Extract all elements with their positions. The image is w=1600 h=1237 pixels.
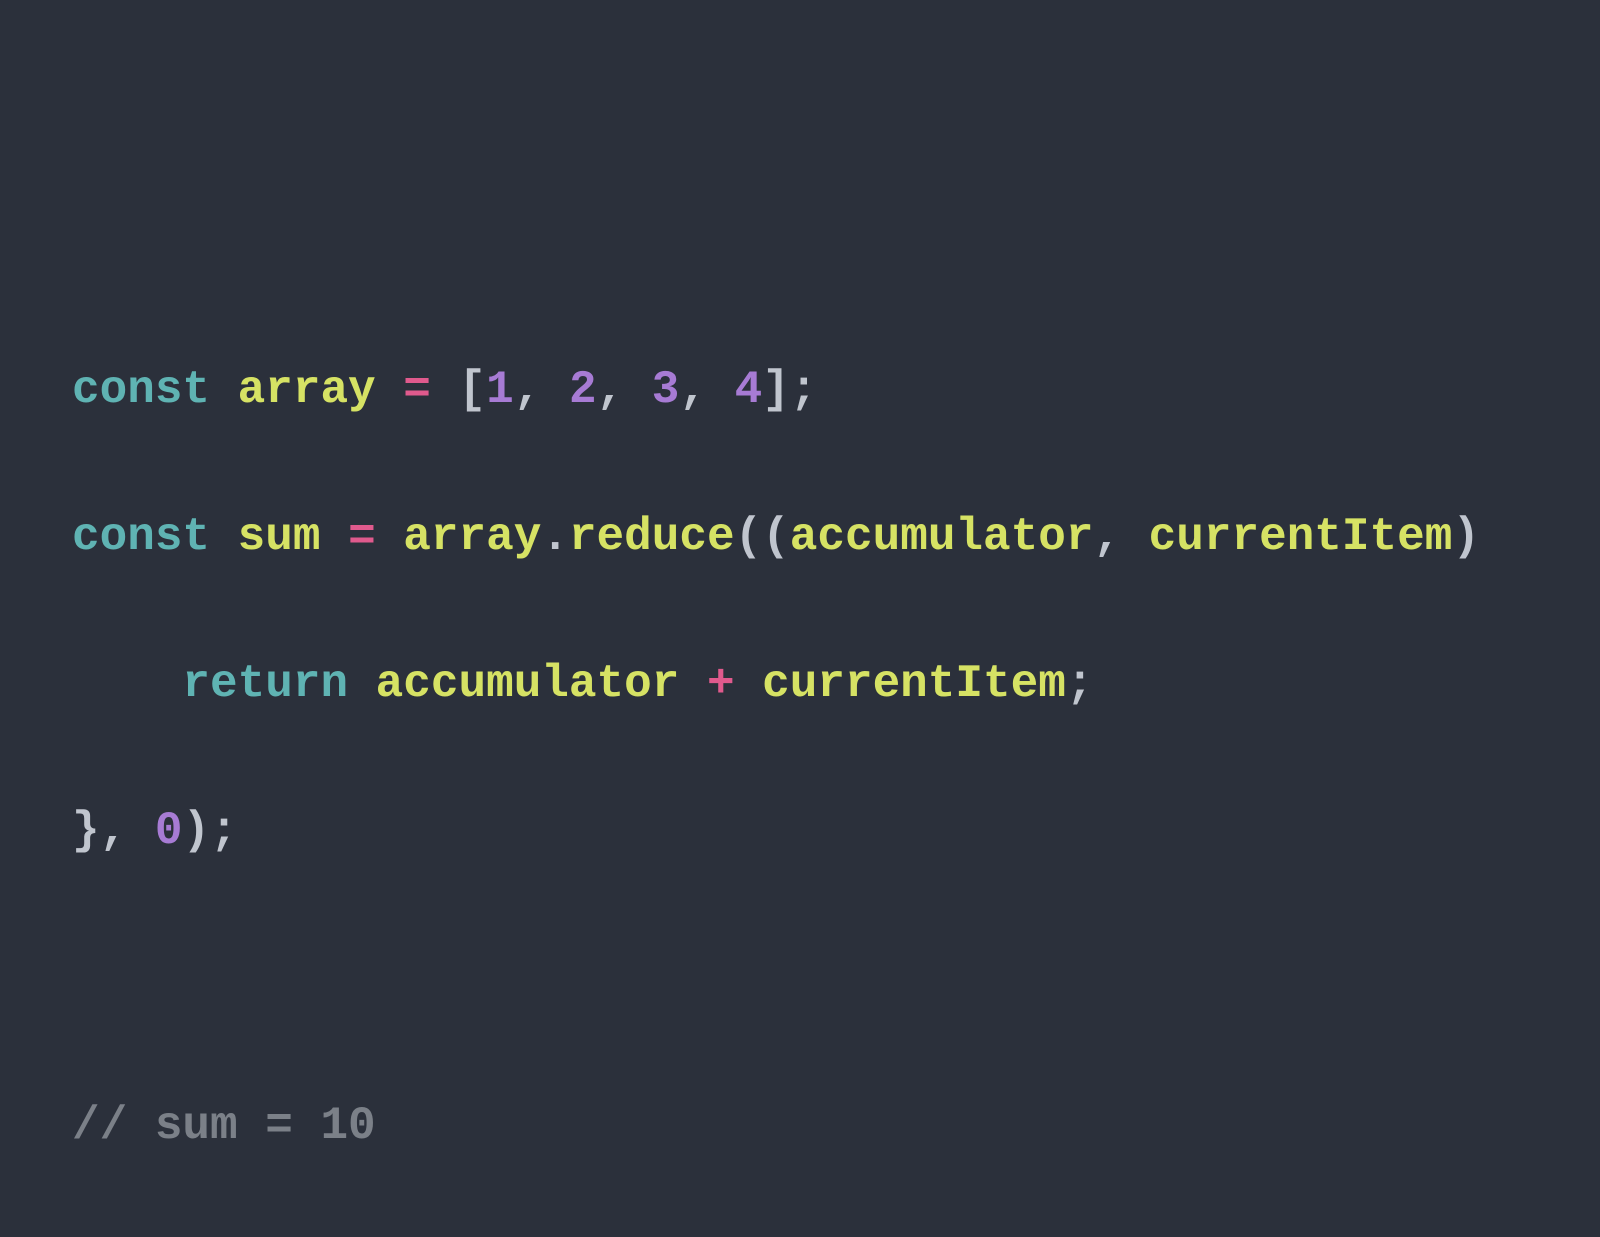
number-literal: 2 <box>569 364 597 416</box>
code-line-2: const sum = array.reduce((accumulator, c… <box>72 501 1600 575</box>
code-line-blank <box>72 942 1600 1016</box>
brace-close: }, <box>72 805 155 857</box>
keyword-const: const <box>72 511 210 563</box>
code-line-3: return accumulator + currentItem; <box>72 648 1600 722</box>
keyword-return: return <box>182 658 348 710</box>
number-literal: 1 <box>486 364 514 416</box>
code-line-6: // sum = 10 <box>72 1090 1600 1164</box>
identifier-array: array <box>238 364 376 416</box>
semicolon: ; <box>1066 658 1094 710</box>
operator-assign: = <box>348 511 376 563</box>
identifier-accumulator: accumulator <box>376 658 680 710</box>
code-editor[interactable]: const array = [1, 2, 3, 4]; const sum = … <box>0 0 1600 1237</box>
paren-close: ) <box>1452 511 1507 563</box>
code-line-4: }, 0); <box>72 795 1600 869</box>
code-line-1: const array = [1, 2, 3, 4]; <box>72 354 1600 428</box>
paren-close: ); <box>182 805 237 857</box>
comment: // sum = 10 <box>72 1100 376 1152</box>
number-literal: 4 <box>735 364 763 416</box>
identifier-sum: sum <box>238 511 321 563</box>
dot: . <box>541 511 569 563</box>
operator-plus: + <box>707 658 735 710</box>
param-currentitem: currentItem <box>1149 511 1453 563</box>
number-literal: 3 <box>652 364 680 416</box>
identifier-currentitem: currentItem <box>762 658 1066 710</box>
keyword-const: const <box>72 364 210 416</box>
number-literal: 0 <box>155 805 183 857</box>
paren-open: (( <box>735 511 790 563</box>
param-accumulator: accumulator <box>790 511 1094 563</box>
identifier-array: array <box>403 511 541 563</box>
method-reduce: reduce <box>569 511 735 563</box>
operator-assign: = <box>403 364 431 416</box>
bracket-open: [ <box>459 364 487 416</box>
bracket-close: ]; <box>762 364 817 416</box>
